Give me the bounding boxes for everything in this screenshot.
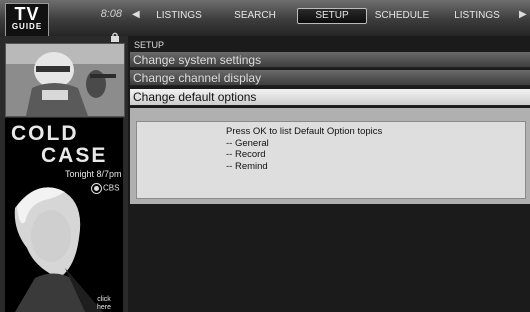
tv-guide-logo: TV GUIDE xyxy=(5,3,49,38)
menu-item-change-channel-display[interactable]: Change channel display xyxy=(130,70,530,86)
info-line-general: -- General xyxy=(226,137,269,149)
nav-right-arrow-icon[interactable]: ▶ xyxy=(519,9,527,20)
logo-line2: GUIDE xyxy=(11,22,43,31)
cbs-eye-icon xyxy=(91,183,102,194)
tab-setup[interactable]: SETUP xyxy=(297,8,367,24)
menu-item-change-system-settings[interactable]: Change system settings xyxy=(130,52,530,68)
click-here-line2: here xyxy=(97,304,112,311)
logo-line1: TV xyxy=(14,4,40,24)
info-line-record: -- Record xyxy=(226,149,266,160)
click-here-line1: click xyxy=(97,296,111,303)
ad-network: CBS xyxy=(91,183,119,194)
cold-case-ad[interactable]: COLD CASE Tonight 8/7pm CBS click here xyxy=(5,118,123,312)
nav-left-arrow-icon[interactable]: ◀ xyxy=(132,9,140,20)
click-here-label[interactable]: click here xyxy=(97,296,111,312)
tab-schedule[interactable]: SCHEDULE xyxy=(372,10,432,21)
featured-program-image[interactable] xyxy=(5,43,125,117)
tab-listings-2[interactable]: LISTINGS xyxy=(448,10,506,21)
ad-airtime: Tonight 8/7pm xyxy=(65,169,122,179)
info-line-instruction: Press OK to list Default Option topics xyxy=(226,126,383,137)
tab-listings[interactable]: LISTINGS xyxy=(150,10,208,21)
clock-time: 8:08 xyxy=(100,8,122,20)
menu-item-change-default-options[interactable]: Change default options xyxy=(130,89,530,106)
lock-icon xyxy=(111,32,119,42)
info-text: Press OK to list Default Option topics -… xyxy=(226,126,382,172)
ad-network-label: CBS xyxy=(103,183,120,193)
ad-title-line1: COLD xyxy=(11,122,79,145)
breadcrumb: SETUP xyxy=(134,40,165,50)
football-player-image xyxy=(6,44,124,116)
tab-search[interactable]: SEARCH xyxy=(226,10,284,21)
ad-title-line2: CASE xyxy=(41,144,108,167)
info-line-remind: -- Remind xyxy=(226,160,268,172)
